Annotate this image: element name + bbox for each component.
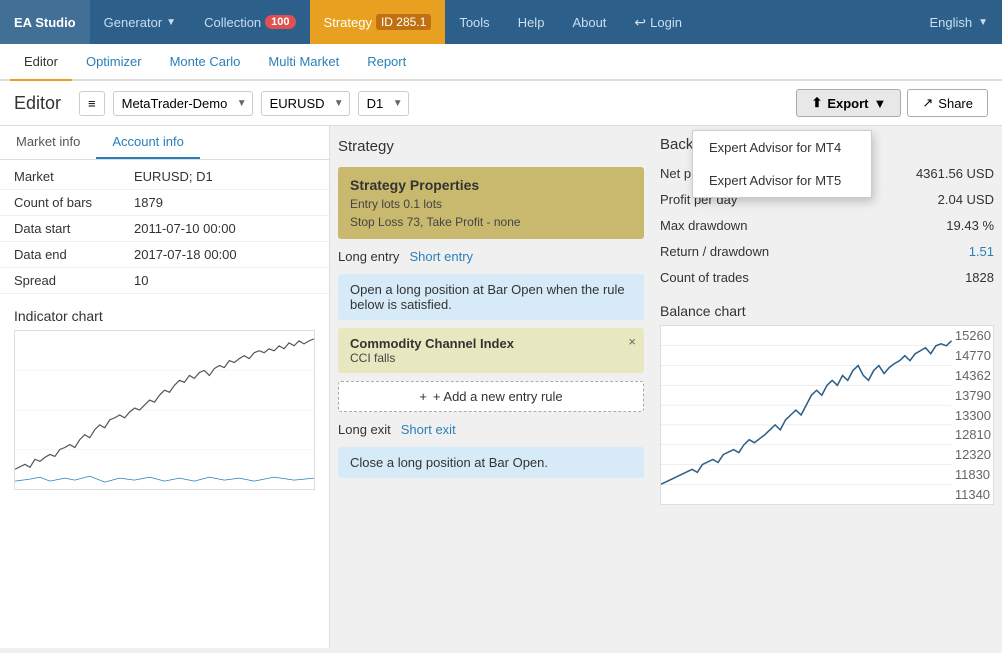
long-exit-label: Long exit: [338, 422, 391, 437]
plus-icon: +: [419, 389, 427, 404]
add-rule-label: + Add a new entry rule: [433, 389, 563, 404]
entry-description-box: Open a long position at Bar Open when th…: [338, 274, 644, 320]
balance-chart: 15260 14770 14362 13790 13300 12810 1232…: [660, 325, 994, 505]
top-navigation: EA Studio Generator ▼ Collection 100 Str…: [0, 0, 1002, 44]
export-dropdown-menu: Expert Advisor for MT4 Expert Advisor fo…: [692, 130, 872, 198]
nav-collection[interactable]: Collection 100: [190, 0, 309, 44]
rule-title: Commodity Channel Index: [350, 336, 632, 351]
strategy-properties-detail2: Stop Loss 73, Take Profit - none: [350, 215, 632, 229]
table-row: Data start 2011-07-10 00:00: [0, 216, 329, 242]
table-row: Return / drawdown 1.51: [660, 239, 994, 265]
mid-panel: Strategy Strategy Properties Entry lots …: [330, 126, 652, 648]
editor-actions: ⬆ Export ▼ ↗ Share: [796, 89, 988, 117]
tab-optimizer[interactable]: Optimizer: [72, 44, 156, 81]
table-row: Count of trades 1828: [660, 265, 994, 291]
brand-label: EA Studio: [14, 15, 76, 30]
indicator-chart-svg: [15, 331, 314, 489]
short-exit-link[interactable]: Short exit: [401, 422, 456, 437]
export-dropdown-arrow: ▼: [874, 96, 887, 111]
balance-chart-section: Balance chart 15260 14770: [660, 303, 994, 505]
help-label: Help: [518, 15, 545, 30]
generator-dropdown-arrow: ▼: [166, 17, 176, 28]
nav-language[interactable]: English ▼: [915, 0, 1002, 44]
nav-login[interactable]: ↩ Login: [620, 0, 696, 44]
balance-chart-svg: [661, 326, 993, 504]
symbol-select-wrap: EURUSD ▼: [261, 91, 350, 116]
balance-chart-labels: 15260 14770 14362 13790 13300 12810 1232…: [955, 326, 991, 504]
indicator-chart: [14, 330, 315, 490]
table-row: Market EURUSD; D1: [0, 164, 329, 190]
indicator-chart-title: Indicator chart: [14, 308, 315, 324]
rule-subtitle: CCI falls: [350, 351, 632, 365]
export-icon: ⬆: [811, 95, 822, 111]
share-icon: ↗: [922, 95, 933, 111]
editor-title: Editor: [14, 93, 61, 114]
generator-label: Generator: [104, 15, 163, 30]
strategy-section-title: Strategy: [338, 134, 644, 159]
collection-label: Collection: [204, 15, 261, 30]
strategy-label: Strategy: [324, 15, 372, 30]
export-mt4-item[interactable]: Expert Advisor for MT4: [693, 131, 871, 164]
tab-multi-market[interactable]: Multi Market: [254, 44, 353, 81]
menu-button[interactable]: ≡: [79, 91, 105, 116]
nav-tools[interactable]: Tools: [445, 0, 503, 44]
exit-section: Long exit Short exit: [338, 420, 644, 439]
nav-help[interactable]: Help: [504, 0, 559, 44]
sub-navigation: Editor Optimizer Monte Carlo Multi Marke…: [0, 44, 1002, 81]
rule-card: × Commodity Channel Index CCI falls: [338, 328, 644, 373]
info-tabs: Market info Account info: [0, 126, 329, 160]
editor-header: Editor ≡ MetaTrader-Demo ▼ EURUSD ▼ D1 ▼…: [0, 81, 1002, 126]
table-row: Count of bars 1879: [0, 190, 329, 216]
collection-badge: 100: [265, 15, 295, 29]
close-position-box: Close a long position at Bar Open.: [338, 447, 644, 478]
table-row: Max drawdown 19.43 %: [660, 213, 994, 239]
left-panel: Market info Account info Market EURUSD; …: [0, 126, 330, 648]
platform-select[interactable]: MetaTrader-Demo: [113, 91, 253, 116]
export-mt5-item[interactable]: Expert Advisor for MT5: [693, 164, 871, 197]
platform-select-wrap: MetaTrader-Demo ▼: [113, 91, 253, 116]
language-dropdown-arrow: ▼: [978, 17, 988, 28]
main-content: Market info Account info Market EURUSD; …: [0, 126, 1002, 648]
tab-market-info[interactable]: Market info: [0, 126, 96, 159]
tab-report[interactable]: Report: [353, 44, 420, 81]
share-button[interactable]: ↗ Share: [907, 89, 988, 117]
tab-editor[interactable]: Editor: [10, 44, 72, 81]
strategy-id-badge: ID 285.1: [376, 14, 431, 30]
entry-section: Long entry Short entry: [338, 247, 644, 266]
table-row: Spread 10: [0, 268, 329, 294]
indicator-chart-section: Indicator chart: [0, 298, 329, 648]
right-panel: Backtest Net profit 4361.56 USD Profit p…: [652, 126, 1002, 648]
rule-close-button[interactable]: ×: [628, 334, 636, 349]
table-row: Data end 2017-07-18 00:00: [0, 242, 329, 268]
about-label: About: [572, 15, 606, 30]
strategy-properties-title: Strategy Properties: [350, 177, 632, 193]
export-label: Export: [827, 96, 868, 111]
language-label: English: [929, 15, 972, 30]
period-select[interactable]: D1: [358, 91, 409, 116]
strategy-properties-detail1: Entry lots 0.1 lots: [350, 197, 632, 211]
nav-about[interactable]: About: [558, 0, 620, 44]
add-rule-button[interactable]: + + Add a new entry rule: [338, 381, 644, 412]
tools-label: Tools: [459, 15, 489, 30]
period-select-wrap: D1 ▼: [358, 91, 409, 116]
market-info-table: Market EURUSD; D1 Count of bars 1879 Dat…: [0, 160, 329, 298]
tab-monte-carlo[interactable]: Monte Carlo: [156, 44, 255, 81]
share-label: Share: [938, 96, 973, 111]
symbol-select[interactable]: EURUSD: [261, 91, 350, 116]
nav-generator[interactable]: Generator ▼: [90, 0, 190, 44]
nav-strategy[interactable]: Strategy ID 285.1: [310, 0, 446, 44]
strategy-properties-card: Strategy Properties Entry lots 0.1 lots …: [338, 167, 644, 239]
nav-brand[interactable]: EA Studio: [0, 0, 90, 44]
nav-spacer: [696, 0, 915, 44]
login-label: Login: [650, 15, 682, 30]
short-entry-link[interactable]: Short entry: [409, 249, 473, 264]
balance-chart-title: Balance chart: [660, 303, 994, 319]
export-button[interactable]: ⬆ Export ▼: [796, 89, 901, 117]
long-entry-label: Long entry: [338, 249, 399, 264]
tab-account-info[interactable]: Account info: [96, 126, 200, 159]
